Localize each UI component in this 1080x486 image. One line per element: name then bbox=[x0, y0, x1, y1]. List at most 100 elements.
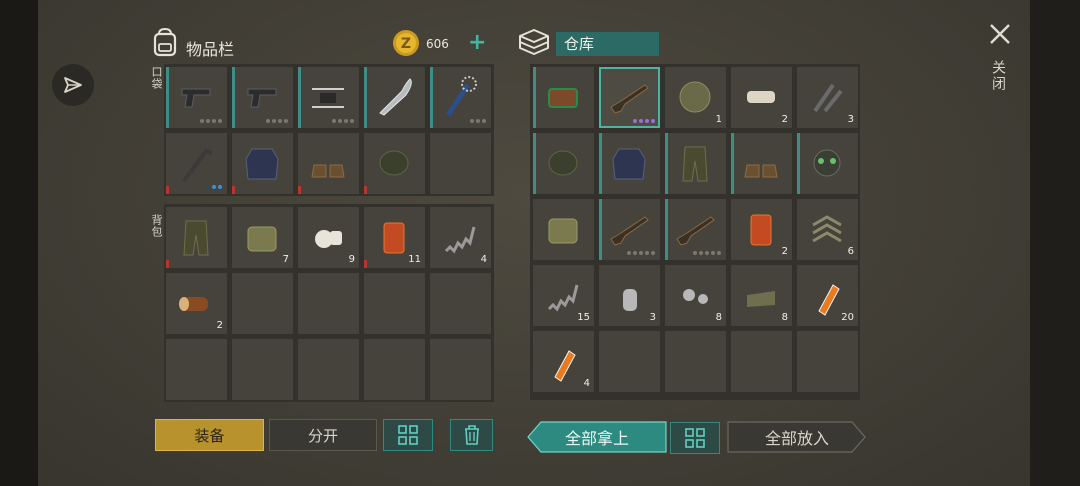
mod-slots bbox=[200, 119, 222, 123]
item-icon bbox=[379, 150, 409, 176]
storage-slot[interactable] bbox=[665, 199, 726, 260]
storage-slot[interactable]: 15 bbox=[533, 265, 594, 326]
pocket-slot[interactable] bbox=[298, 67, 359, 128]
equip-button[interactable]: 装备 bbox=[155, 419, 264, 451]
pocket-slot[interactable] bbox=[364, 133, 425, 194]
backpack-empty-slot[interactable] bbox=[232, 339, 293, 400]
item-icon bbox=[747, 291, 775, 307]
backpack-slot[interactable]: 2 bbox=[166, 273, 227, 334]
durability-bar bbox=[731, 133, 734, 194]
backpack-slot[interactable]: 4 bbox=[430, 207, 491, 268]
storage-slot[interactable] bbox=[599, 133, 660, 194]
backpack-empty-slot[interactable] bbox=[166, 339, 227, 400]
svg-text:Z: Z bbox=[401, 36, 411, 52]
storage-slot[interactable] bbox=[599, 67, 660, 128]
item-quantity: 2 bbox=[216, 320, 223, 331]
durability-bar bbox=[533, 67, 536, 128]
close-icon[interactable] bbox=[988, 22, 1012, 46]
storage-empty-slot[interactable] bbox=[665, 331, 726, 392]
item-icon bbox=[183, 220, 209, 256]
take-all-button[interactable]: 全部拿上 bbox=[527, 421, 667, 453]
storage-slot[interactable]: 1 bbox=[665, 67, 726, 128]
item-icon bbox=[612, 148, 646, 180]
storage-slot[interactable] bbox=[533, 133, 594, 194]
pocket-empty-slot[interactable] bbox=[430, 133, 491, 194]
pocket-slot[interactable] bbox=[364, 67, 425, 128]
pocket-slot[interactable] bbox=[232, 67, 293, 128]
durability-bar bbox=[364, 67, 367, 128]
send-icon bbox=[64, 77, 82, 93]
item-icon bbox=[548, 218, 578, 244]
durability-bar bbox=[797, 133, 800, 194]
grid-sort-icon bbox=[398, 425, 418, 445]
split-button[interactable]: 分开 bbox=[269, 419, 377, 451]
storage-slot[interactable]: 4 bbox=[533, 331, 594, 392]
item-icon bbox=[683, 289, 708, 304]
put-all-button[interactable]: 全部放入 bbox=[727, 421, 867, 453]
storage-slot[interactable] bbox=[731, 133, 792, 194]
send-button[interactable] bbox=[52, 64, 94, 106]
coin-count: 606 bbox=[426, 37, 449, 51]
storage-slot[interactable]: 8 bbox=[731, 265, 792, 326]
item-quantity: 2 bbox=[781, 114, 788, 125]
item-icon bbox=[379, 78, 412, 116]
item-icon bbox=[445, 76, 477, 117]
storage-slot[interactable]: 2 bbox=[731, 199, 792, 260]
add-coins-button[interactable]: + bbox=[468, 32, 486, 54]
pocket-slot[interactable] bbox=[232, 133, 293, 194]
mod-slots bbox=[266, 119, 288, 123]
storage-slot[interactable]: 3 bbox=[599, 265, 660, 326]
backpack-empty-slot[interactable] bbox=[298, 339, 359, 400]
item-icon bbox=[610, 84, 649, 114]
coin-icon: Z bbox=[393, 30, 419, 56]
storage-slot[interactable] bbox=[797, 133, 858, 194]
put-all-label: 全部放入 bbox=[764, 429, 829, 448]
storage-slot[interactable]: 3 bbox=[797, 67, 858, 128]
durability-bar bbox=[232, 67, 235, 128]
backpack-slot[interactable]: 7 bbox=[232, 207, 293, 268]
backpack-slot[interactable]: 11 bbox=[364, 207, 425, 268]
item-icon bbox=[181, 88, 211, 108]
item-quantity: 4 bbox=[583, 378, 590, 389]
storage-slot[interactable]: 2 bbox=[731, 67, 792, 128]
storage-slot[interactable] bbox=[533, 67, 594, 128]
item-quantity: 1 bbox=[715, 114, 722, 125]
backpack-empty-slot[interactable] bbox=[298, 273, 359, 334]
item-quantity: 11 bbox=[408, 254, 421, 265]
backpack-empty-slot[interactable] bbox=[364, 273, 425, 334]
item-icon bbox=[311, 164, 345, 178]
storage-slot[interactable] bbox=[533, 199, 594, 260]
pocket-slot[interactable] bbox=[298, 133, 359, 194]
discard-button[interactable] bbox=[450, 419, 493, 451]
durability-bar bbox=[166, 67, 169, 128]
close-label[interactable]: 关闭 bbox=[990, 60, 1008, 92]
pocket-slot[interactable] bbox=[166, 67, 227, 128]
storage-slot[interactable] bbox=[665, 133, 726, 194]
backpack-slot[interactable] bbox=[166, 207, 227, 268]
storage-empty-slot[interactable] bbox=[797, 331, 858, 392]
backpack-empty-slot[interactable] bbox=[364, 339, 425, 400]
item-icon bbox=[812, 215, 842, 243]
storage-slot[interactable]: 20 bbox=[797, 265, 858, 326]
backpack-slot[interactable]: 9 bbox=[298, 207, 359, 268]
item-icon bbox=[554, 350, 576, 382]
sort-storage-button[interactable] bbox=[670, 422, 720, 454]
storage-slot[interactable] bbox=[599, 199, 660, 260]
item-icon bbox=[444, 226, 476, 254]
item-quantity: 8 bbox=[715, 312, 722, 323]
storage-empty-slot[interactable] bbox=[599, 331, 660, 392]
pocket-slot[interactable] bbox=[166, 133, 227, 194]
pocket-slot[interactable] bbox=[430, 67, 491, 128]
mod-slots bbox=[470, 119, 486, 123]
backpack-empty-slot[interactable] bbox=[430, 339, 491, 400]
storage-slot[interactable]: 8 bbox=[665, 265, 726, 326]
item-quantity: 2 bbox=[781, 246, 788, 257]
item-icon bbox=[315, 230, 342, 248]
storage-slot[interactable]: 6 bbox=[797, 199, 858, 260]
storage-empty-slot[interactable] bbox=[731, 331, 792, 392]
backpack-empty-slot[interactable] bbox=[232, 273, 293, 334]
sort-inventory-button[interactable] bbox=[383, 419, 433, 451]
take-all-label: 全部拿上 bbox=[564, 429, 629, 448]
durability-bar bbox=[298, 186, 301, 194]
backpack-empty-slot[interactable] bbox=[430, 273, 491, 334]
